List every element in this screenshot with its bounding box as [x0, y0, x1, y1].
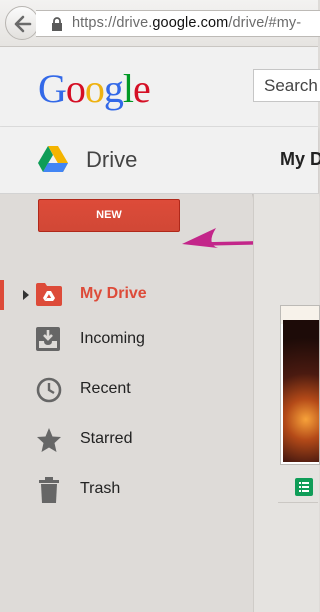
search-placeholder: Search [264, 76, 318, 95]
logo-letter: G [38, 66, 67, 111]
expand-arrow-icon[interactable] [23, 290, 29, 300]
back-arrow-icon [14, 15, 32, 33]
google-drive-logo-icon[interactable] [38, 146, 68, 173]
sidebar-item-label: Trash [80, 480, 121, 497]
logo-letter: o [84, 66, 105, 111]
search-input[interactable]: Search [253, 69, 320, 102]
thumbnail-image [283, 320, 319, 462]
sidebar: NEW My Drive Incoming Recent Starred Tra… [0, 194, 294, 612]
google-header: Google Search [0, 47, 320, 127]
logo-letter: e [133, 66, 151, 111]
new-button[interactable]: NEW [38, 199, 180, 232]
sidebar-item-label: Starred [80, 430, 133, 447]
back-button[interactable] [5, 6, 39, 40]
divider [278, 502, 318, 503]
sidebar-item-recent[interactable]: Recent [0, 369, 252, 413]
sidebar-item-incoming[interactable]: Incoming [0, 319, 252, 363]
browser-toolbar: https://drive.google.com/drive/#my- [0, 0, 320, 47]
drive-title: Drive [86, 147, 138, 172]
logo-letter: l [122, 66, 134, 111]
sidebar-item-trash[interactable]: Trash [0, 469, 252, 513]
spreadsheet-icon [295, 478, 313, 496]
active-indicator [0, 280, 4, 310]
file-thumbnail[interactable] [280, 305, 320, 465]
logo-letter: g [103, 66, 124, 111]
star-icon [37, 428, 61, 452]
trash-icon [39, 477, 59, 503]
logo-letter: o [65, 66, 86, 111]
incoming-icon [36, 327, 60, 351]
sidebar-item-label: Incoming [80, 330, 145, 347]
sidebar-item-label: Recent [80, 380, 131, 397]
google-logo[interactable]: Google [38, 65, 151, 112]
lock-icon [52, 17, 62, 31]
url-text: https://drive.google.com/drive/#my- [72, 15, 302, 31]
sidebar-item-starred[interactable]: Starred [0, 419, 252, 463]
section-title: My D [280, 149, 320, 169]
my-drive-icon [36, 283, 62, 306]
drive-app-bar: Drive My D [0, 127, 320, 194]
address-bar[interactable]: https://drive.google.com/drive/#my- [36, 10, 320, 37]
sidebar-item-label: My Drive [80, 285, 147, 302]
sidebar-item-my-drive[interactable]: My Drive [0, 274, 252, 318]
clock-icon [36, 377, 62, 403]
